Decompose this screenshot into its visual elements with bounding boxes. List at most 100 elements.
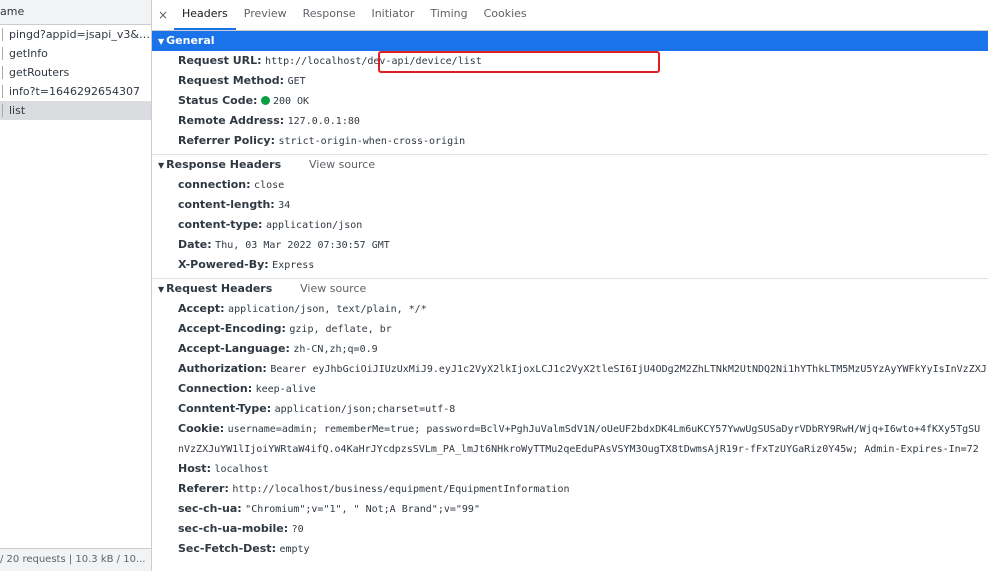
header-value: application/json, text/plain, */* bbox=[228, 304, 427, 315]
header-key: Referrer Policy: bbox=[178, 134, 275, 147]
request-details-panel: × Headers Preview Response Initiator Tim… bbox=[152, 0, 988, 571]
header-key: connection: bbox=[178, 178, 251, 191]
header-value: http://localhost/dev-api/device/list bbox=[265, 56, 482, 67]
header-key: Request Method: bbox=[178, 74, 285, 87]
header-value: http://localhost/business/equipment/Equi… bbox=[232, 484, 570, 495]
triangle-down-icon: ▼ bbox=[158, 37, 165, 46]
header-row: Referer: http://localhost/business/equip… bbox=[152, 479, 988, 499]
general-section: ▼ General Request URL: http://localhost/d… bbox=[152, 31, 988, 155]
request-list-panel: ame pingd?appid=jsapi_v3&lo... getInfo g… bbox=[0, 0, 152, 571]
header-value: empty bbox=[279, 544, 310, 555]
view-source-link[interactable]: View source bbox=[309, 158, 375, 171]
header-value: Bearer eyJhbGciOiJIUzUxMiJ9.eyJ1c2VyX2lk… bbox=[270, 364, 987, 375]
header-key: Cookie: bbox=[178, 422, 225, 435]
response-headers-section-header[interactable]: ▼ Response Headers View source bbox=[152, 155, 988, 175]
header-row: connection: close bbox=[152, 175, 988, 195]
header-row: sec-ch-ua-mobile: ?0 bbox=[152, 519, 988, 539]
header-value: Express bbox=[272, 260, 315, 271]
tab-cookies[interactable]: Cookies bbox=[476, 0, 535, 30]
header-key: Accept: bbox=[178, 302, 225, 315]
header-row: Conntent-Type: application/json;charset=… bbox=[152, 399, 988, 419]
header-row: Accept-Encoding: gzip, deflate, br bbox=[152, 319, 988, 339]
view-source-link[interactable]: View source bbox=[300, 282, 366, 295]
header-value: gzip, deflate, br bbox=[289, 324, 392, 335]
header-value: localhost bbox=[214, 464, 269, 475]
request-headers-section: ▼ Request Headers View source Accept: app… bbox=[152, 279, 988, 562]
header-row: sec-ch-ua: "Chromium";v="1", " Not;A Bra… bbox=[152, 499, 988, 519]
header-key: content-type: bbox=[178, 218, 263, 231]
request-headers-section-header[interactable]: ▼ Request Headers View source bbox=[152, 279, 988, 299]
header-row: X-Powered-By: Express bbox=[152, 255, 988, 275]
header-row: Connection: keep-alive bbox=[152, 379, 988, 399]
header-key: Remote Address: bbox=[178, 114, 285, 127]
header-value: Thu, 03 Mar 2022 07:30:57 GMT bbox=[215, 240, 390, 251]
header-key: sec-ch-ua-mobile: bbox=[178, 522, 289, 535]
header-key: Status Code: bbox=[178, 94, 258, 107]
request-item[interactable]: getRouters bbox=[0, 63, 151, 82]
header-value: 200 OK bbox=[272, 96, 310, 107]
request-item[interactable]: getInfo bbox=[0, 44, 151, 63]
header-value: 127.0.0.1:80 bbox=[287, 116, 360, 127]
header-row-remote-address: Remote Address: 127.0.0.1:80 bbox=[152, 111, 988, 131]
request-item[interactable]: info?t=1646292654307 bbox=[0, 82, 151, 101]
tab-response[interactable]: Response bbox=[295, 0, 364, 30]
header-key: Referer: bbox=[178, 482, 229, 495]
header-key: Accept-Encoding: bbox=[178, 322, 286, 335]
header-key: Conntent-Type: bbox=[178, 402, 272, 415]
header-row-status-code: Status Code: 200 OK bbox=[152, 91, 988, 111]
header-row: content-type: application/json bbox=[152, 215, 988, 235]
request-headers-title: Request Headers bbox=[166, 282, 273, 295]
request-list: pingd?appid=jsapi_v3&lo... getInfo getRo… bbox=[0, 25, 151, 120]
general-section-header[interactable]: ▼ General bbox=[152, 31, 988, 51]
header-value: 34 bbox=[278, 200, 291, 211]
request-summary-footer: / 20 requests | 10.3 kB / 10... bbox=[0, 548, 151, 571]
header-value: close bbox=[254, 180, 285, 191]
header-row: Authorization: Bearer eyJhbGciOiJIUzUxMi… bbox=[152, 359, 988, 379]
header-key: Host: bbox=[178, 462, 211, 475]
header-value: keep-alive bbox=[255, 384, 316, 395]
header-key: Date: bbox=[178, 238, 212, 251]
header-row-referrer-policy: Referrer Policy: strict-origin-when-cros… bbox=[152, 131, 988, 151]
header-key: Accept-Language: bbox=[178, 342, 290, 355]
request-item-selected[interactable]: list bbox=[0, 101, 151, 120]
header-value: GET bbox=[287, 76, 306, 87]
status-ok-icon bbox=[260, 96, 270, 105]
header-value: nVzZXJuYW1lIjoiYWRtaW4ifQ.o4KaHrJYcdpzsS… bbox=[178, 444, 979, 455]
response-headers-section: ▼ Response Headers View source connection… bbox=[152, 155, 988, 279]
header-value: ?0 bbox=[291, 524, 304, 535]
header-key: X-Powered-By: bbox=[178, 258, 269, 271]
header-value: strict-origin-when-cross-origin bbox=[278, 136, 466, 147]
header-row: content-length: 34 bbox=[152, 195, 988, 215]
tab-initiator[interactable]: Initiator bbox=[363, 0, 422, 30]
header-row: Date: Thu, 03 Mar 2022 07:30:57 GMT bbox=[152, 235, 988, 255]
header-row: Sec-Fetch-Dest: empty bbox=[152, 539, 988, 559]
response-headers-title: Response Headers bbox=[166, 158, 282, 171]
header-value: application/json bbox=[265, 220, 363, 231]
close-icon[interactable]: × bbox=[152, 8, 174, 22]
header-row-request-url: Request URL: http://localhost/dev-api/de… bbox=[152, 51, 988, 71]
header-key: Request URL: bbox=[178, 54, 262, 67]
header-row: Host: localhost bbox=[152, 459, 988, 479]
tab-headers[interactable]: Headers bbox=[174, 0, 236, 30]
header-row-cookie-continued: nVzZXJuYW1lIjoiYWRtaW4ifQ.o4KaHrJYcdpzsS… bbox=[152, 439, 988, 459]
header-row: Accept: application/json, text/plain, */… bbox=[152, 299, 988, 319]
details-tab-bar: × Headers Preview Response Initiator Tim… bbox=[152, 0, 988, 31]
header-key: sec-ch-ua: bbox=[178, 502, 242, 515]
name-column-header[interactable]: ame bbox=[0, 0, 151, 25]
header-key: Sec-Fetch-Dest: bbox=[178, 542, 276, 555]
header-row-cookie: Cookie: username=admin; rememberMe=true;… bbox=[152, 419, 988, 439]
header-key: Connection: bbox=[178, 382, 253, 395]
header-key: Authorization: bbox=[178, 362, 267, 375]
header-value: application/json;charset=utf-8 bbox=[274, 404, 456, 415]
header-row-request-method: Request Method: GET bbox=[152, 71, 988, 91]
header-row: Accept-Language: zh-CN,zh;q=0.9 bbox=[152, 339, 988, 359]
header-value: zh-CN,zh;q=0.9 bbox=[293, 344, 378, 355]
header-value: username=admin; rememberMe=true; passwor… bbox=[227, 424, 981, 435]
request-item[interactable]: pingd?appid=jsapi_v3&lo... bbox=[0, 25, 151, 44]
tab-timing[interactable]: Timing bbox=[422, 0, 475, 30]
general-section-title: General bbox=[166, 34, 215, 47]
triangle-down-icon: ▼ bbox=[158, 285, 165, 294]
triangle-down-icon: ▼ bbox=[158, 161, 165, 170]
header-key: content-length: bbox=[178, 198, 275, 211]
tab-preview[interactable]: Preview bbox=[236, 0, 295, 30]
